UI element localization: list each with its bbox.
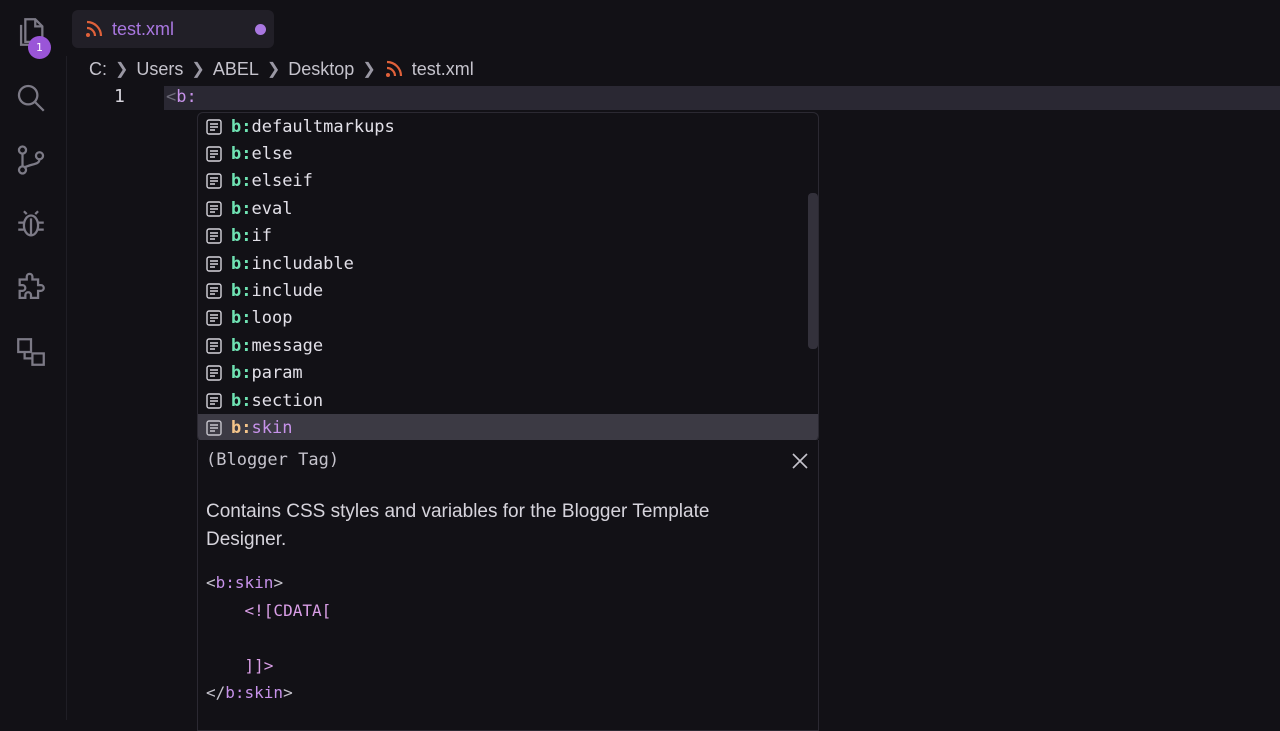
debug-icon[interactable]	[11, 204, 51, 244]
rss-icon	[86, 20, 103, 37]
suggest-label: param	[251, 363, 303, 384]
extensions-icon[interactable]	[11, 268, 51, 308]
suggest-label: loop	[251, 308, 293, 329]
suggest-label: defaultmarkups	[251, 116, 395, 137]
snippet-icon	[205, 364, 223, 382]
code-cdata: ]]>	[244, 655, 274, 675]
code-bracket: >	[283, 683, 293, 702]
suggest-label: eval	[251, 198, 293, 219]
snippet-icon	[205, 309, 223, 327]
unsaved-dot-icon[interactable]	[255, 24, 266, 35]
snippet-icon	[205, 118, 223, 136]
source-control-icon[interactable]	[11, 140, 51, 180]
breadcrumb: C: ❯ Users ❯ ABEL ❯ Desktop ❯ test.xml	[89, 57, 474, 81]
search-icon[interactable]	[11, 78, 51, 118]
chevron-right-icon: ❯	[115, 61, 129, 78]
suggest-label: elseif	[251, 171, 313, 192]
code-tag: b:skin	[215, 573, 274, 592]
code-cdata: <![CDATA[	[244, 600, 332, 620]
suggest-prefix: b:	[231, 226, 252, 247]
line-number: 1	[114, 86, 125, 107]
chevron-right-icon: ❯	[191, 61, 205, 78]
suggest-prefix: b:	[231, 116, 252, 137]
close-icon[interactable]	[789, 450, 811, 472]
activity-bar: 1	[0, 0, 67, 720]
suggest-label: else	[251, 143, 293, 164]
breadcrumb-users[interactable]: Users	[136, 59, 183, 80]
suggest-item[interactable]: b: section	[198, 387, 818, 414]
code-line[interactable]: <b:	[166, 87, 197, 107]
suggest-label: include	[251, 280, 324, 301]
breadcrumb-file[interactable]: test.xml	[412, 59, 474, 80]
suggest-prefix: b:	[231, 280, 252, 301]
suggest-item-selected[interactable]: b: skin	[198, 414, 818, 441]
code-bracket: </	[206, 683, 226, 702]
suggest-item[interactable]: b: loop	[198, 305, 818, 332]
details-kind: (Blogger Tag)	[206, 450, 340, 470]
suggest-item[interactable]: b: elseif	[198, 168, 818, 195]
suggest-prefix: b:	[231, 198, 252, 219]
suggest-prefix: b:	[231, 308, 252, 329]
suggest-item[interactable]: b: include	[198, 277, 818, 304]
snippet-icon	[205, 419, 223, 437]
current-line-highlight[interactable]	[164, 86, 1280, 110]
code-sample-line: </b:skin>	[206, 683, 331, 711]
tab-label: test.xml	[112, 18, 175, 39]
snippet-icon	[205, 392, 223, 410]
code-sample-line: <![CDATA[	[206, 600, 332, 629]
suggest-label: includable	[251, 253, 354, 274]
suggest-prefix: b:	[231, 171, 252, 192]
suggest-prefix: b:	[231, 335, 252, 356]
suggest-item[interactable]: b: defaultmarkups	[198, 113, 818, 140]
code-tag: b:skin	[225, 683, 284, 702]
code-tag: b:	[176, 87, 197, 107]
snippet-icon	[205, 227, 223, 245]
suggest-label: skin	[251, 417, 293, 438]
suggest-item[interactable]: b: param	[198, 360, 818, 387]
details-description: Contains CSS styles and variables for th…	[206, 501, 710, 550]
code-sample-line	[206, 628, 331, 656]
snippet-icon	[205, 255, 223, 273]
breadcrumb-desktop[interactable]: Desktop	[288, 59, 354, 80]
tabs-bar: test.xml	[66, 0, 1280, 56]
suggest-prefix: b:	[231, 143, 252, 164]
snippet-icon	[205, 200, 223, 218]
details-code-sample: <b:skin> <![CDATA[ ]]> </b:skin>	[206, 573, 331, 711]
suggest-label: message	[251, 335, 324, 356]
suggest-prefix: b:	[231, 253, 252, 274]
code-sample-line: <b:skin>	[206, 573, 331, 601]
explorer-badge: 1	[28, 36, 51, 59]
snippet-icon	[205, 172, 223, 190]
code-bracket: <	[166, 87, 177, 107]
breadcrumb-drive[interactable]: C:	[89, 59, 107, 80]
code-bracket: >	[273, 573, 284, 592]
code-bracket: <	[206, 573, 216, 592]
suggest-item[interactable]: b: eval	[198, 195, 818, 222]
remote-explorer-icon[interactable]	[11, 332, 51, 372]
suggest-item[interactable]: b: includable	[198, 250, 818, 277]
snippet-icon	[205, 282, 223, 300]
suggest-item[interactable]: b: else	[198, 140, 818, 167]
tab-test-xml[interactable]: test.xml	[72, 10, 274, 48]
suggest-prefix: b:	[231, 417, 252, 438]
suggest-item[interactable]: b: if	[198, 223, 818, 250]
breadcrumb-abel[interactable]: ABEL	[213, 59, 259, 80]
suggest-prefix: b:	[231, 363, 252, 384]
suggest-label: if	[251, 226, 272, 247]
suggest-scrollbar[interactable]	[808, 193, 818, 349]
suggest-widget: b: defaultmarkups b: else b: elseif b: eval …	[197, 112, 819, 442]
suggest-label: section	[251, 390, 324, 411]
snippet-icon	[205, 145, 223, 163]
rss-icon	[385, 60, 402, 77]
snippet-icon	[205, 337, 223, 355]
suggest-item[interactable]: b: message	[198, 332, 818, 359]
chevron-right-icon: ❯	[362, 61, 376, 78]
chevron-right-icon: ❯	[266, 61, 281, 78]
code-sample-line: ]]>	[206, 656, 331, 684]
suggest-prefix: b:	[231, 390, 252, 411]
suggest-details: (Blogger Tag) Contains CSS styles and va…	[197, 440, 819, 731]
